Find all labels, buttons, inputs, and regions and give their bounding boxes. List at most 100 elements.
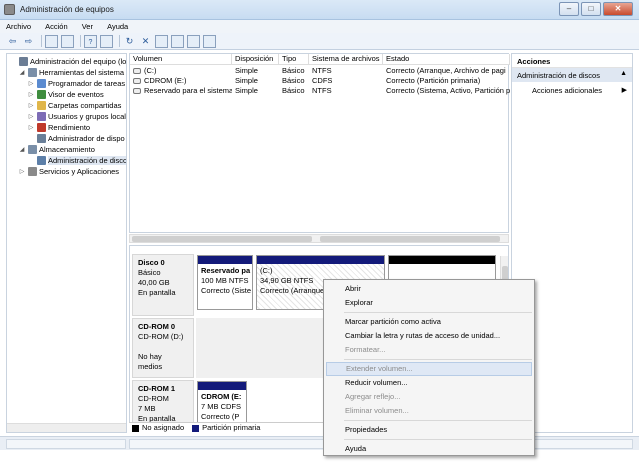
tree-horizontal-scrollbar[interactable]: [7, 423, 126, 432]
volume-cell[interactable]: Básico: [279, 86, 309, 96]
disk-0-label[interactable]: Disco 0 Básico 40,00 GB En pantalla: [132, 254, 194, 316]
scroll-thumb[interactable]: [132, 236, 312, 242]
forward-arrow-icon[interactable]: ⇨: [22, 35, 35, 48]
context-menu-item[interactable]: Reducir volumen...: [324, 376, 534, 390]
settings-icon[interactable]: [203, 34, 216, 48]
cdrom-1-label[interactable]: CD-ROM 1 CD-ROM 7 MB En pantalla: [132, 380, 194, 424]
context-menu-item[interactable]: Abrir: [324, 282, 534, 296]
open-icon[interactable]: [171, 34, 184, 48]
more-actions-item[interactable]: Acciones adicionales ▶: [512, 82, 632, 95]
console-tree-icon[interactable]: [61, 34, 74, 48]
more-actions-label: Acciones adicionales: [532, 86, 603, 95]
menu-accion[interactable]: Acción: [39, 20, 74, 31]
tree-item[interactable]: ▷ Programador de tareas: [27, 78, 125, 89]
expand-arrow-icon[interactable]: ▷: [27, 80, 35, 87]
help-icon[interactable]: ?: [84, 34, 97, 48]
maximize-button[interactable]: □: [581, 2, 601, 16]
volume-cell[interactable]: Simple: [232, 86, 279, 96]
partition-size: 100 MB NTFS: [201, 276, 249, 285]
volume-cell[interactable]: Básico: [279, 66, 309, 76]
volume-cell[interactable]: Simple: [232, 66, 279, 76]
volume-cell-text: Simple: [235, 76, 258, 85]
scroll-thumb[interactable]: [320, 236, 500, 242]
window-title: Administración de equipos: [20, 5, 114, 14]
column-header-sistema-archivos[interactable]: Sistema de archivos: [309, 54, 383, 65]
expand-arrow-icon[interactable]: ▷: [27, 91, 35, 98]
tree-item[interactable]: Administrador de dispo: [27, 133, 125, 144]
disk-name: Disco 0: [138, 258, 165, 267]
partition-cdrom-e[interactable]: CDROM (E: 7 MB CDFS Correcto (P: [197, 381, 247, 423]
expand-arrow-icon[interactable]: ▷: [27, 113, 35, 120]
close-button[interactable]: ✕: [603, 2, 633, 16]
context-menu-item[interactable]: Ayuda: [324, 442, 534, 456]
volume-cell[interactable]: CDFS: [309, 76, 383, 86]
up-folder-icon[interactable]: [45, 34, 58, 48]
volume-name-cell[interactable]: (C:): [130, 66, 232, 76]
column-header-disposicion[interactable]: Disposición: [232, 54, 279, 65]
volume-name-cell[interactable]: Reservado para el sistema: [130, 86, 232, 96]
expand-arrow-icon[interactable]: ◢: [18, 146, 26, 153]
expand-arrow-icon[interactable]: ▷: [27, 102, 35, 109]
volume-cell[interactable]: Correcto (Sistema, Activo, Partición p: [383, 86, 510, 96]
volume-cell[interactable]: Correcto (Partición primaria): [383, 76, 510, 86]
legend-label-unallocated: No asignado: [142, 423, 185, 432]
properties-icon[interactable]: [100, 34, 113, 48]
disk-drive: CD-ROM (D:): [138, 332, 184, 341]
volume-cell-text: NTFS: [312, 86, 332, 95]
tree-node-icon: [37, 112, 46, 121]
tree-item[interactable]: Administración del equipo (loc: [9, 56, 126, 67]
tree-item[interactable]: ▷ Servicios y Aplicaciones: [18, 166, 119, 177]
context-menu-item[interactable]: Marcar partición como activa: [324, 315, 534, 329]
tree-item[interactable]: ◢ Herramientas del sistema: [18, 67, 124, 78]
actions-section-disk-management[interactable]: Administración de discos ▲: [512, 68, 632, 82]
volume-cell-text: NTFS: [312, 66, 332, 75]
disk-size: 7 MB: [138, 404, 156, 413]
horizontal-scrollbar[interactable]: [129, 234, 509, 243]
tree-item[interactable]: Administración de disco: [27, 155, 126, 166]
submenu-arrow-icon: ▶: [621, 87, 627, 94]
disk-type: CD-ROM: [138, 394, 169, 403]
tree-item[interactable]: ◢ Almacenamiento: [18, 144, 95, 155]
volume-cell[interactable]: Correcto (Arranque, Archivo de pagi: [383, 66, 510, 76]
column-header-estado[interactable]: Estado: [383, 54, 510, 65]
menu-separator: [344, 420, 532, 421]
expand-arrow-icon[interactable]: ▷: [27, 124, 35, 131]
cdrom-0-label[interactable]: CD-ROM 0 CD-ROM (D:) No hay medios: [132, 318, 194, 378]
tree-item[interactable]: ▷ Carpetas compartidas: [27, 100, 121, 111]
partition-size: 7 MB CDFS: [201, 402, 242, 411]
volume-cell[interactable]: NTFS: [309, 66, 383, 76]
partition-reserved[interactable]: Reservado pa 100 MB NTFS Correcto (Siste: [197, 255, 253, 310]
tree-item[interactable]: ▷ Rendimiento: [27, 122, 90, 133]
column-header-tipo[interactable]: Tipo: [279, 54, 309, 65]
search-icon[interactable]: [187, 34, 200, 48]
menu-ayuda[interactable]: Ayuda: [101, 20, 134, 31]
context-menu: Abrir Explorar Marcar partición como activ…: [323, 279, 535, 456]
export-icon[interactable]: [155, 34, 168, 48]
context-menu-item[interactable]: Cambiar la letra y rutas de acceso de un…: [324, 329, 534, 343]
partition-name: Reservado pa: [201, 266, 251, 275]
tree-item[interactable]: ▷ Visor de eventos: [27, 89, 104, 100]
back-arrow-icon[interactable]: ⇦: [6, 35, 19, 48]
context-menu-item[interactable]: Propiedades: [324, 423, 534, 437]
collapse-up-icon[interactable]: ▲: [620, 70, 627, 77]
refresh-icon[interactable]: ↻: [123, 35, 136, 48]
volume-cell-text: Simple: [235, 86, 258, 95]
volume-cell[interactable]: NTFS: [309, 86, 383, 96]
tree-item[interactable]: ▷ Usuarios y grupos locale: [27, 111, 126, 122]
expand-arrow-icon[interactable]: ◢: [18, 69, 26, 76]
tree-item-label: Almacenamiento: [39, 145, 95, 154]
context-menu-item[interactable]: Explorar: [324, 296, 534, 310]
volume-cell-text: Reservado para el sistema: [144, 86, 232, 95]
volume-cell[interactable]: Básico: [279, 76, 309, 86]
expand-arrow-icon[interactable]: ▷: [18, 168, 26, 175]
delete-icon[interactable]: ✕: [139, 35, 152, 48]
minimize-button[interactable]: –: [559, 2, 579, 16]
menu-ver[interactable]: Ver: [76, 20, 99, 31]
volume-name-cell[interactable]: CDROM (E:): [130, 76, 232, 86]
volume-cell-text: CDFS: [312, 76, 333, 85]
volume-cell[interactable]: Simple: [232, 76, 279, 86]
console-tree: Administración del equipo (loc ◢ Herramien…: [6, 53, 127, 433]
column-header-volumen[interactable]: Volumen: [130, 54, 232, 65]
legend-swatch-unallocated: [132, 424, 139, 432]
menu-archivo[interactable]: Archivo: [0, 20, 37, 31]
